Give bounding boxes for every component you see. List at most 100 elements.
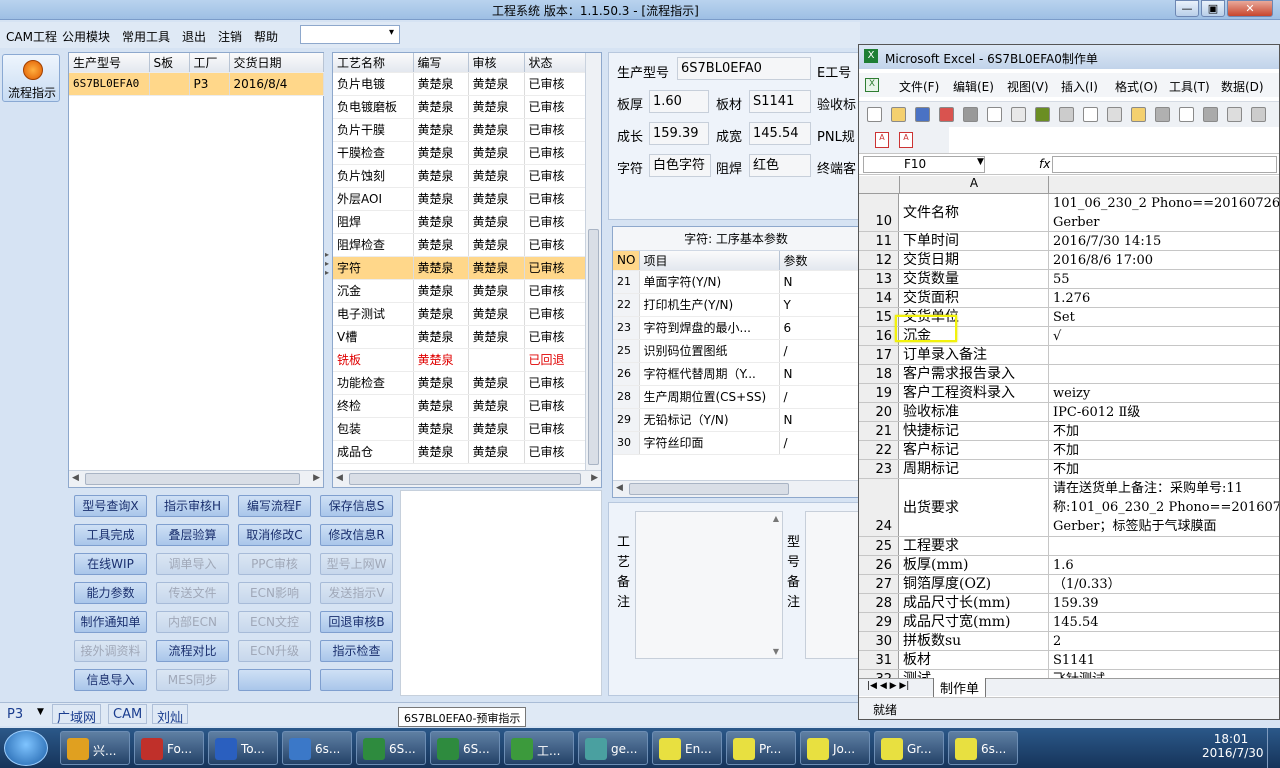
sheet-row[interactable]: 26 板厚(mm) 1.6 <box>859 556 1279 575</box>
menu-help[interactable]: 帮助 <box>254 28 278 45</box>
row-number[interactable]: 11 <box>859 232 899 250</box>
col-writer[interactable]: 编写 <box>413 53 469 73</box>
row-number[interactable]: 25 <box>859 537 899 555</box>
table-row[interactable]: 铣板 黄楚泉 已回退 <box>333 348 586 372</box>
menu-logout[interactable]: 注销 <box>218 28 242 45</box>
excel-menu-item[interactable]: 编辑(E) <box>953 78 994 95</box>
sheet-row[interactable]: 32测试飞针测试 <box>859 670 1279 678</box>
taskbar-item[interactable]: En... <box>652 731 722 765</box>
col-factory[interactable]: 工厂 <box>189 53 230 73</box>
toolbar-icon[interactable] <box>1083 107 1098 122</box>
col-no[interactable]: NO <box>613 251 640 271</box>
flow-instruction-tool[interactable]: 流程指示 <box>2 54 60 102</box>
action-button[interactable] <box>320 669 393 691</box>
sheet-row[interactable]: 29 成品尺寸宽(mm) 145.54 <box>859 613 1279 632</box>
cell-b[interactable]: （1/0.33） <box>1051 575 1279 593</box>
toolbar-icon[interactable] <box>1155 107 1170 122</box>
toolbar-icon[interactable] <box>915 107 930 122</box>
clock[interactable]: 18:01 2016/7/30 <box>1202 732 1264 760</box>
taskbar-item[interactable]: Pr... <box>726 731 796 765</box>
table-row[interactable]: 22 打印机生产(Y/N) Y <box>613 293 860 317</box>
cell-b[interactable]: S1141 <box>1051 651 1279 669</box>
cell-a[interactable]: 周期标记 <box>901 460 1049 478</box>
namebox-dropdown-icon[interactable]: ▼ <box>977 157 984 167</box>
action-button[interactable]: 制作通知单 <box>74 611 147 633</box>
taskbar-item[interactable]: To... <box>208 731 278 765</box>
process-vscroll[interactable] <box>585 53 601 470</box>
part-list-hscroll[interactable]: ◀ ▶ <box>69 470 323 487</box>
table-row[interactable]: 负片电镀 黄楚泉 黄楚泉 已审核 <box>333 72 586 96</box>
cell-b[interactable]: 飞针测试 <box>1051 670 1279 678</box>
cell-a[interactable]: 板材 <box>901 651 1049 669</box>
table-row[interactable]: 负片蚀刻 黄楚泉 黄楚泉 已审核 <box>333 164 586 188</box>
cell-b[interactable]: 2016/8/6 17:00 <box>1051 251 1279 269</box>
cell-a[interactable]: 客户标记 <box>901 441 1049 459</box>
cell-a[interactable]: 测试 <box>901 670 1049 678</box>
action-button[interactable]: 编写流程F <box>238 495 311 517</box>
excel-menu-item[interactable]: 格式(O) <box>1115 78 1158 95</box>
start-button[interactable] <box>4 730 48 766</box>
toolbar-icon[interactable] <box>891 107 906 122</box>
cell-a[interactable]: 拼板数su <box>901 632 1049 650</box>
action-button[interactable]: 在线WIP <box>74 553 147 575</box>
cell-a[interactable]: 快捷标记 <box>901 422 1049 440</box>
taskbar-item[interactable]: Jo... <box>800 731 870 765</box>
action-button[interactable]: 信息导入 <box>74 669 147 691</box>
table-row[interactable]: 包装 黄楚泉 黄楚泉 已审核 <box>333 417 586 441</box>
sheet-row[interactable]: 31 板材 S1141 <box>859 651 1279 670</box>
thickness-field[interactable]: 1.60 <box>649 90 709 113</box>
action-button[interactable]: ECN升级 <box>238 640 311 662</box>
factory-dropdown-icon[interactable]: ▼ <box>37 707 44 717</box>
menu-exit[interactable]: 退出 <box>182 28 206 45</box>
material-field[interactable]: S1141 <box>749 90 811 113</box>
cell-a[interactable]: 交货面积 <box>901 289 1049 307</box>
col-process[interactable]: 工艺名称 <box>333 53 414 73</box>
table-row[interactable]: 30 字符丝印面 / <box>613 431 860 455</box>
sheet-row[interactable]: 24 出货要求 请在送货单上备注：采购单号:11 称:101_06_230_2 Ph… <box>859 479 1279 537</box>
table-row[interactable]: 负片干膜 黄楚泉 黄楚泉 已审核 <box>333 118 586 142</box>
factory-select[interactable]: P3 <box>7 707 23 722</box>
row-number[interactable]: 24 <box>859 479 899 536</box>
row-number[interactable]: 15 <box>859 308 899 326</box>
sheet-row[interactable]: 12 交货日期 2016/8/6 17:00 <box>859 251 1279 270</box>
taskbar-item[interactable]: Gr... <box>874 731 944 765</box>
toolbar-icon[interactable] <box>1035 107 1050 122</box>
cell-b[interactable]: 请在送货单上备注：采购单号:11 称:101_06_230_2 Phono==2… <box>1051 479 1279 536</box>
cell-b[interactable]: √ <box>1051 327 1279 345</box>
action-button[interactable]: 取消修改C <box>238 524 311 546</box>
row-number[interactable]: 32 <box>859 670 899 678</box>
action-button[interactable]: 能力参数 <box>74 582 147 604</box>
cell-a[interactable]: 客户工程资料录入 <box>901 384 1049 402</box>
pdf-icon[interactable]: A <box>875 132 889 148</box>
table-row[interactable]: 6S7BL0EFA0 P3 2016/8/4 <box>69 72 324 96</box>
action-button[interactable]: MES同步 <box>156 669 229 691</box>
action-button[interactable]: 指示审核H <box>156 495 229 517</box>
row-number[interactable]: 16 <box>859 327 899 345</box>
cell-b[interactable] <box>1051 346 1279 364</box>
toolbar-icon[interactable] <box>1227 107 1242 122</box>
cell-b[interactable]: 145.54 <box>1051 613 1279 631</box>
sheet-grid[interactable]: 10 文件名称 101_06_230_2 Phono==20160726 Gerbe… <box>859 194 1279 678</box>
table-row[interactable]: V槽 黄楚泉 黄楚泉 已审核 <box>333 325 586 349</box>
status-cam[interactable]: CAM <box>108 704 148 724</box>
name-box[interactable]: F10 <box>863 156 985 173</box>
sheet-nav-icon[interactable]: |◀ ◀ ▶ ▶| <box>867 681 909 691</box>
table-row[interactable]: 28 生产周期位置(CS+SS) / <box>613 385 860 409</box>
table-row[interactable]: 干膜检查 黄楚泉 黄楚泉 已审核 <box>333 141 586 165</box>
toolbar-icon[interactable] <box>1251 107 1266 122</box>
status-user[interactable]: 刘灿 <box>152 704 189 726</box>
cell-b[interactable]: 不加 <box>1051 460 1279 478</box>
cell-b[interactable]: Set <box>1051 308 1279 326</box>
sheet-row[interactable]: 18 客户需求报告录入 <box>859 365 1279 384</box>
row-number[interactable]: 17 <box>859 346 899 364</box>
sheet-row[interactable]: 19 客户工程资料录入 weizy <box>859 384 1279 403</box>
table-row[interactable]: 终检 黄楚泉 黄楚泉 已审核 <box>333 394 586 418</box>
row-number[interactable]: 14 <box>859 289 899 307</box>
sheet-tab[interactable]: 制作单 <box>933 678 987 698</box>
cell-a[interactable]: 交货日期 <box>901 251 1049 269</box>
cell-b[interactable]: 55 <box>1051 270 1279 288</box>
taskbar-item[interactable]: Fo... <box>134 731 204 765</box>
fx-icon[interactable]: fx <box>1039 157 1050 171</box>
action-button[interactable]: 指示检查 <box>320 640 393 662</box>
excel-menu-item[interactable]: 视图(V) <box>1007 78 1049 95</box>
